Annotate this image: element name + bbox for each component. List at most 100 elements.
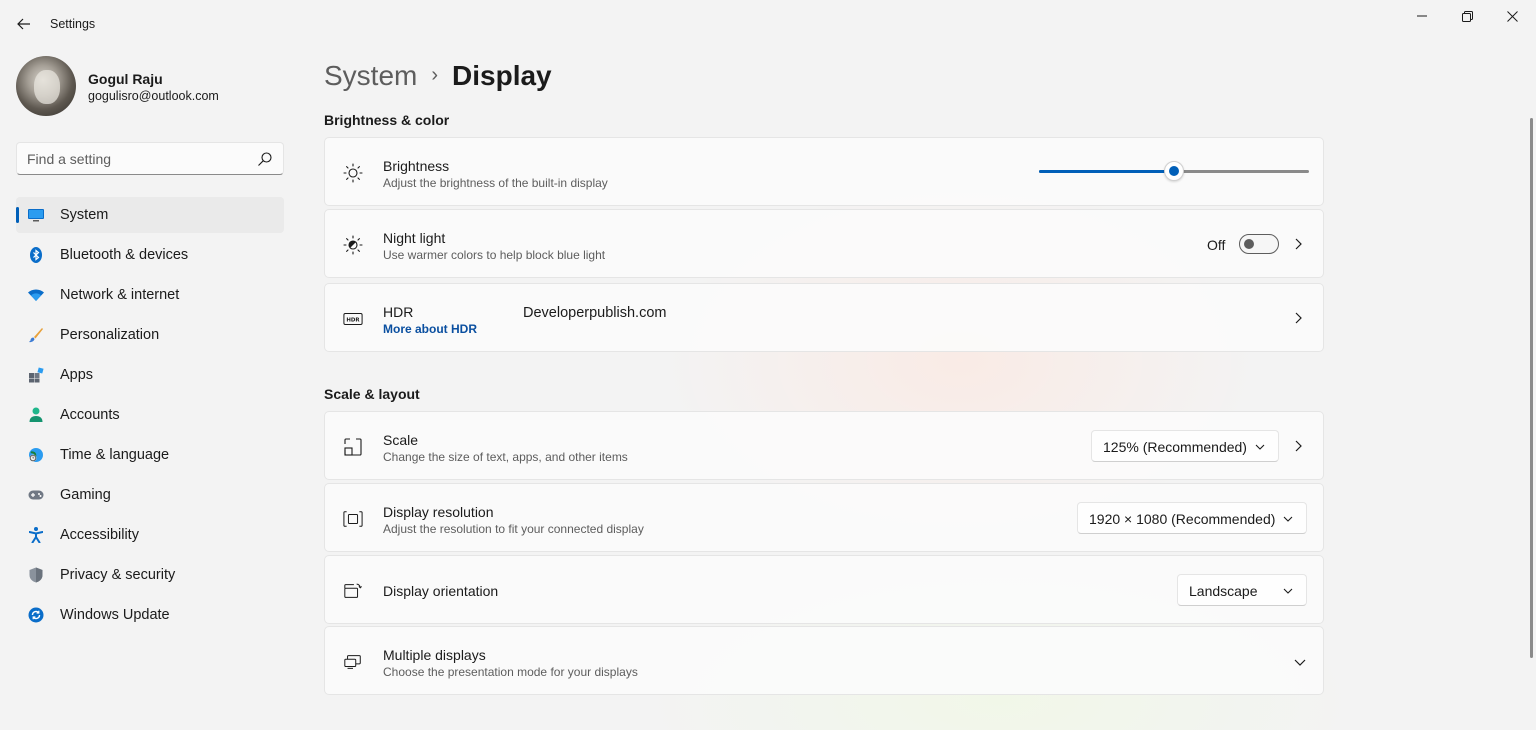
app-title: Settings <box>50 17 96 31</box>
sidebar-item-windows-update[interactable]: Windows Update <box>16 597 284 633</box>
hdr-title: HDR <box>383 304 414 320</box>
sidebar-item-label: Apps <box>60 367 94 383</box>
brightness-card: Brightness Adjust the brightness of the … <box>324 137 1324 206</box>
restore-button[interactable] <box>1455 6 1479 26</box>
section-title-brightness-color: Brightness & color <box>324 112 450 128</box>
night-light-state: Off <box>1207 237 1226 253</box>
slider-fill <box>1039 170 1174 173</box>
sidebar-item-label: Privacy & security <box>60 567 176 583</box>
breadcrumb-separator: › <box>431 63 439 86</box>
sidebar-item-personalization[interactable]: Personalization <box>16 317 284 353</box>
resolution-description: Adjust the resolution to fit your connec… <box>383 522 644 536</box>
brightness-title: Brightness <box>383 158 450 174</box>
scale-title: Scale <box>383 432 419 448</box>
search-box[interactable] <box>16 142 284 175</box>
sidebar-item-label: Network & internet <box>60 287 180 303</box>
chevron-down-icon[interactable] <box>1293 655 1307 669</box>
search-input[interactable] <box>27 149 247 169</box>
close-icon <box>1506 10 1518 22</box>
chevron-right-icon[interactable] <box>1291 439 1305 453</box>
night-light-card[interactable]: Night light Use warmer colors to help bl… <box>324 209 1324 278</box>
night-light-description: Use warmer colors to help block blue lig… <box>383 248 606 262</box>
page-title: Display <box>452 60 552 91</box>
watermark-text: Developerpublish.com <box>523 305 667 321</box>
sidebar-item-network[interactable]: Network & internet <box>16 277 284 313</box>
orientation-card: Display orientation Landscape <box>324 555 1324 624</box>
hdr-icon: HDR <box>343 309 363 329</box>
night-light-toggle[interactable] <box>1239 234 1279 254</box>
restore-icon <box>1461 10 1473 22</box>
sidebar-nav: System Bluetooth & devices Network & int… <box>16 197 284 637</box>
sidebar-item-label: System <box>60 207 109 223</box>
apps-icon <box>28 367 44 383</box>
back-arrow-icon <box>17 18 30 30</box>
minimize-button[interactable] <box>1410 6 1434 26</box>
sidebar-item-time-language[interactable]: Time & language <box>16 437 284 473</box>
wifi-icon <box>28 287 44 303</box>
search-icon[interactable] <box>257 151 273 167</box>
chevron-right-icon[interactable] <box>1291 237 1305 251</box>
monitor-icon <box>28 207 44 223</box>
breadcrumb-parent[interactable]: System <box>324 60 417 92</box>
night-light-title: Night light <box>383 230 446 246</box>
resolution-dropdown[interactable]: 1920 × 1080 (Recommended) <box>1077 502 1307 534</box>
globe-clock-icon <box>28 447 44 463</box>
chevron-down-icon <box>1283 516 1293 522</box>
multiple-displays-title: Multiple displays <box>383 647 486 663</box>
scrollbar[interactable] <box>1530 118 1533 658</box>
scale-card[interactable]: Scale Change the size of text, apps, and… <box>324 411 1324 480</box>
user-name: Gogul Raju <box>88 71 163 87</box>
avatar[interactable] <box>16 56 76 116</box>
orientation-dropdown[interactable]: Landscape <box>1177 574 1307 606</box>
sidebar-item-accessibility[interactable]: Accessibility <box>16 517 284 553</box>
multiple-displays-card[interactable]: Multiple displays Choose the presentatio… <box>324 626 1324 695</box>
sidebar-item-label: Accessibility <box>60 527 139 543</box>
orientation-dropdown-value: Landscape <box>1189 583 1258 599</box>
sun-icon <box>343 163 363 183</box>
bluetooth-icon <box>28 247 44 263</box>
hdr-link[interactable]: More about HDR <box>383 322 477 336</box>
chevron-right-icon[interactable] <box>1291 311 1305 325</box>
sidebar-item-label: Accounts <box>60 407 120 423</box>
resolution-dropdown-value: 1920 × 1080 (Recommended) <box>1089 511 1276 527</box>
night-light-icon <box>343 235 363 255</box>
scale-dropdown-value: 125% (Recommended) <box>1103 439 1247 455</box>
resolution-card: Display resolution Adjust the resolution… <box>324 483 1324 552</box>
close-button[interactable] <box>1500 6 1524 26</box>
minimize-icon <box>1417 15 1427 17</box>
sidebar-item-bluetooth[interactable]: Bluetooth & devices <box>16 237 284 273</box>
update-icon <box>28 607 44 623</box>
sidebar-item-privacy-security[interactable]: Privacy & security <box>16 557 284 593</box>
multiple-displays-icon <box>343 652 363 672</box>
resolution-icon <box>343 509 363 529</box>
sidebar-item-accounts[interactable]: Accounts <box>16 397 284 433</box>
back-button[interactable] <box>12 12 36 36</box>
brightness-description: Adjust the brightness of the built-in di… <box>383 176 608 190</box>
sidebar-item-apps[interactable]: Apps <box>16 357 284 393</box>
slider-thumb[interactable] <box>1164 161 1184 181</box>
section-title-scale-layout: Scale & layout <box>324 386 420 402</box>
person-icon <box>28 407 44 423</box>
brush-icon <box>28 327 44 343</box>
shield-icon <box>28 567 44 583</box>
orientation-title: Display orientation <box>383 583 499 599</box>
sidebar-item-gaming[interactable]: Gaming <box>16 477 284 513</box>
scale-icon <box>343 437 363 457</box>
sidebar-item-system[interactable]: System <box>16 197 284 233</box>
breadcrumb: System › Display <box>324 56 552 96</box>
sidebar-item-label: Bluetooth & devices <box>60 247 189 263</box>
sidebar-item-label: Time & language <box>60 447 170 463</box>
chevron-down-icon <box>1283 588 1293 594</box>
brightness-slider[interactable] <box>1039 161 1309 181</box>
scale-description: Change the size of text, apps, and other… <box>383 450 628 464</box>
accessibility-icon <box>28 527 44 543</box>
chevron-down-icon <box>1255 444 1265 450</box>
sidebar-item-label: Windows Update <box>60 607 170 623</box>
title-bar: Settings <box>0 0 1536 48</box>
user-email: gogulisro@outlook.com <box>88 89 219 103</box>
hdr-card[interactable]: HDR HDR More about HDR Developerpublish.… <box>324 283 1324 352</box>
scale-dropdown[interactable]: 125% (Recommended) <box>1091 430 1279 462</box>
resolution-title: Display resolution <box>383 504 494 520</box>
gamepad-icon <box>28 487 44 503</box>
svg-text:HDR: HDR <box>346 318 360 324</box>
